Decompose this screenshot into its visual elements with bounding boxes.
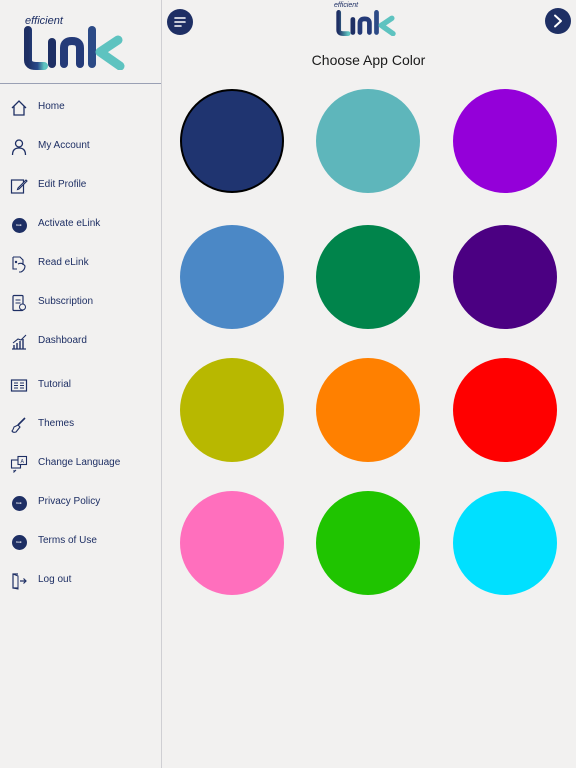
header-logo: efficient xyxy=(330,2,410,36)
brush-icon xyxy=(10,416,28,434)
color-swatch[interactable] xyxy=(453,358,557,462)
home-icon xyxy=(10,99,28,117)
sidebar: efficient Home My Account Edit Profile l… xyxy=(0,0,162,768)
chart-icon xyxy=(10,333,28,351)
hamburger-icon xyxy=(174,17,186,27)
page-title: Choose App Color xyxy=(311,52,426,68)
next-button[interactable] xyxy=(545,8,571,34)
color-swatch[interactable] xyxy=(316,225,420,329)
color-swatch[interactable] xyxy=(180,491,284,595)
sidebar-item-home[interactable]: Home xyxy=(0,91,161,125)
sidebar-item-label: Activate eLink xyxy=(38,218,101,229)
elink-badge-icon: link xyxy=(10,216,28,234)
sidebar-item-label: My Account xyxy=(38,140,90,151)
logout-icon xyxy=(10,572,28,590)
tutorial-icon xyxy=(10,377,28,395)
color-swatch[interactable] xyxy=(316,89,420,193)
sidebar-item-subscription[interactable]: Subscription xyxy=(0,286,161,320)
header-logo-wordmark-icon xyxy=(336,10,396,36)
color-swatch[interactable] xyxy=(453,225,557,329)
sidebar-item-my-account[interactable]: My Account xyxy=(0,130,161,164)
svg-text:A: A xyxy=(21,459,25,465)
sidebar-item-label: Read eLink xyxy=(38,257,89,268)
sidebar-item-label: Themes xyxy=(38,418,75,429)
sidebar-item-change-language[interactable]: A Change Language xyxy=(0,447,161,481)
color-swatch-selected[interactable] xyxy=(180,89,284,193)
color-swatch[interactable] xyxy=(316,358,420,462)
app-logo: efficient xyxy=(0,0,161,84)
header-logo-tagline: efficient xyxy=(334,2,359,9)
sidebar-item-tutorial[interactable]: Tutorial xyxy=(0,369,161,403)
sidebar-item-edit-profile[interactable]: Edit Profile xyxy=(0,169,161,203)
sidebar-item-label: Terms of Use xyxy=(38,535,97,546)
sidebar-item-terms-of-use[interactable]: link Terms of Use xyxy=(0,525,161,559)
sidebar-item-log-out[interactable]: Log out xyxy=(0,564,161,598)
sidebar-item-label: Subscription xyxy=(38,296,94,307)
sidebar-item-label: Home xyxy=(38,101,65,112)
sidebar-item-label: Log out xyxy=(38,574,72,585)
color-swatch[interactable] xyxy=(180,358,284,462)
sidebar-item-label: Edit Profile xyxy=(38,179,87,190)
language-icon: A xyxy=(10,455,28,473)
chevron-right-icon xyxy=(554,14,562,28)
sidebar-item-dashboard[interactable]: Dashboard xyxy=(0,325,161,359)
sidebar-item-read-elink[interactable]: Read eLink xyxy=(0,247,161,281)
sidebar-item-label: Tutorial xyxy=(38,379,71,390)
edit-icon xyxy=(10,177,28,195)
sidebar-item-activate-elink[interactable]: link Activate eLink xyxy=(0,208,161,242)
color-swatch[interactable] xyxy=(453,89,557,193)
scan-icon xyxy=(10,255,28,273)
elink-badge-icon: link xyxy=(10,494,28,512)
subscription-icon xyxy=(10,294,28,312)
sidebar-item-label: Privacy Policy xyxy=(38,496,101,507)
logo-wordmark-icon xyxy=(24,26,125,70)
color-swatch[interactable] xyxy=(316,491,420,595)
color-swatch[interactable] xyxy=(453,491,557,595)
sidebar-item-themes[interactable]: Themes xyxy=(0,408,161,442)
sidebar-item-privacy-policy[interactable]: link Privacy Policy xyxy=(0,486,161,520)
sidebar-item-label: Change Language xyxy=(38,457,121,468)
elink-badge-icon: link xyxy=(10,533,28,551)
sidebar-item-label: Dashboard xyxy=(38,335,87,346)
menu-toggle-button[interactable] xyxy=(167,9,193,35)
color-swatch[interactable] xyxy=(180,225,284,329)
user-icon xyxy=(10,138,28,156)
